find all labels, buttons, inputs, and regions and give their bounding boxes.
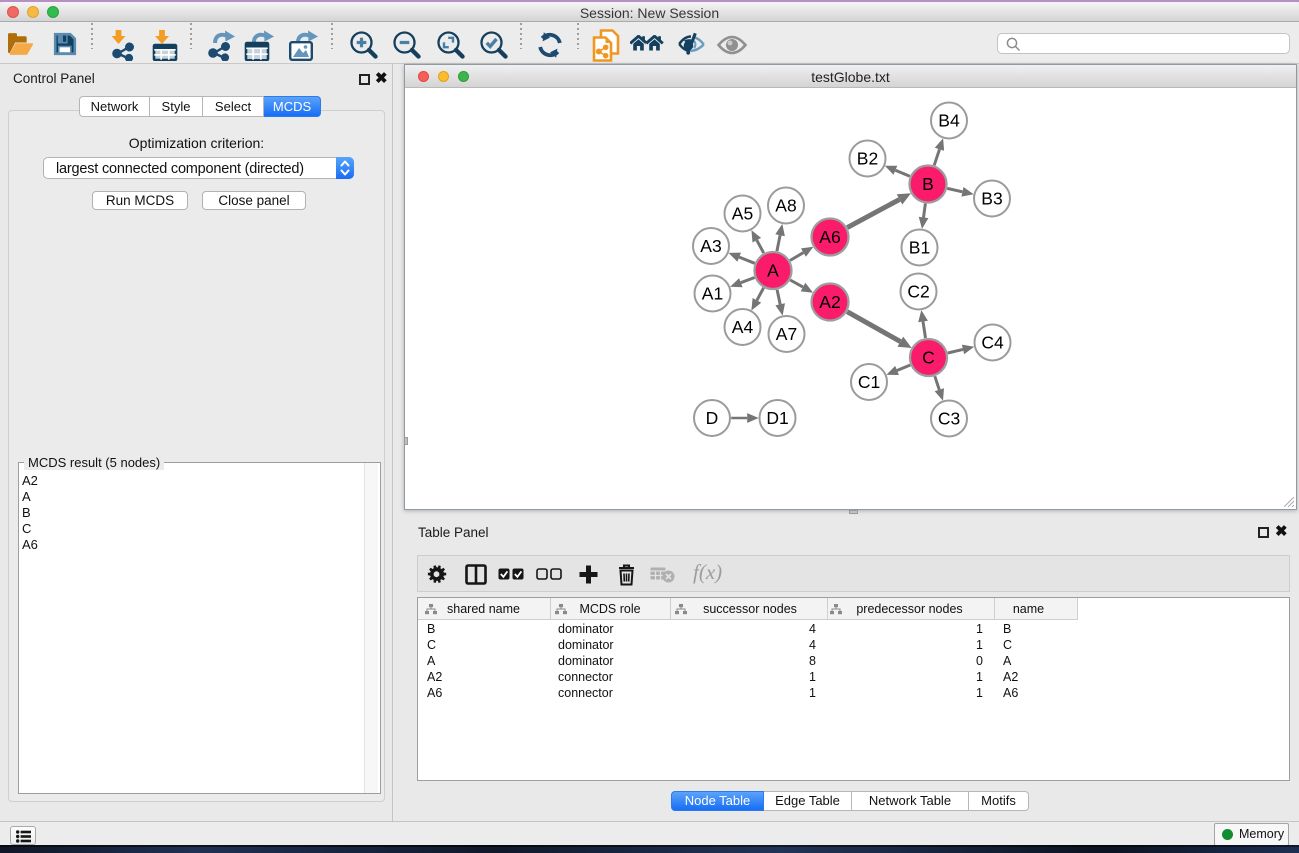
svg-text:A2: A2 [819,292,840,312]
svg-text:A: A [767,261,779,281]
svg-text:A3: A3 [700,236,721,256]
svg-text:A4: A4 [732,317,754,337]
svg-text:C: C [922,348,935,368]
svg-text:D1: D1 [766,408,788,428]
svg-text:B1: B1 [909,238,930,258]
svg-text:A8: A8 [775,196,796,216]
svg-text:C4: C4 [981,333,1004,353]
svg-text:A5: A5 [732,204,753,224]
svg-text:A1: A1 [702,284,723,304]
svg-text:C1: C1 [858,372,880,392]
svg-text:B: B [922,174,934,194]
svg-text:B3: B3 [981,189,1002,209]
svg-text:D: D [706,408,719,428]
svg-text:C3: C3 [938,409,960,429]
svg-text:A7: A7 [776,324,797,344]
svg-text:B2: B2 [857,149,878,169]
svg-text:A6: A6 [819,227,840,247]
svg-text:B4: B4 [938,111,960,131]
svg-text:C2: C2 [907,282,929,302]
